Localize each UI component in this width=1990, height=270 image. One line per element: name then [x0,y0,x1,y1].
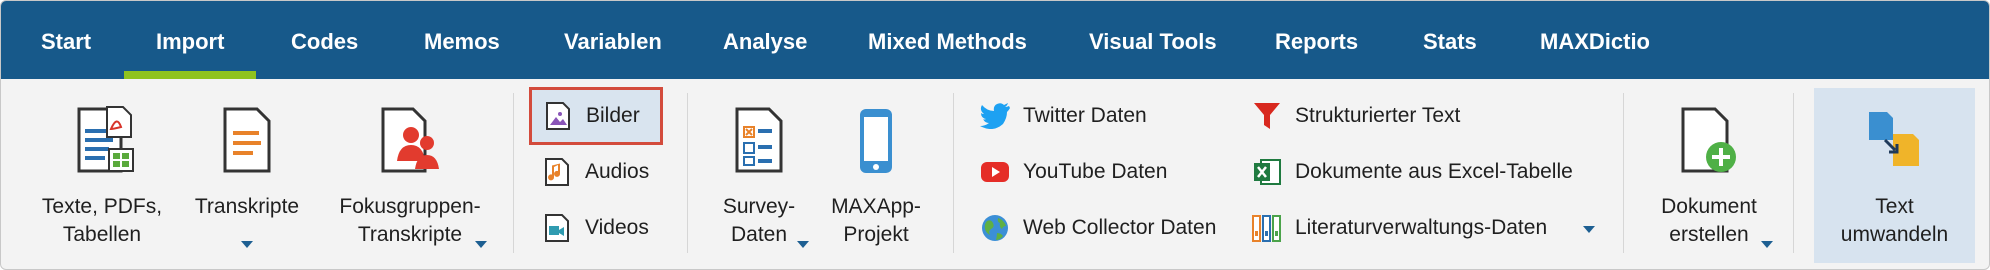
button-label: Bilder [586,104,640,127]
tab-codes[interactable]: Codes [291,1,358,79]
chevron-down-icon[interactable] [1583,226,1595,233]
import-texts-pdfs-tables-button[interactable]: Texte, PDFs, Tabellen [21,101,183,251]
button-label: Dokument [1661,195,1757,218]
ribbon-separator [513,93,514,253]
survey-icon [731,105,787,180]
tab-reports[interactable]: Reports [1275,1,1358,79]
button-label: YouTube Daten [1023,160,1168,183]
import-audios-button[interactable]: Audios [541,150,649,194]
tab-stats[interactable]: Stats [1423,1,1477,79]
import-reference-manager-data-button[interactable]: Literaturverwaltungs-Daten [1251,206,1547,250]
button-label: Transkripte [357,223,463,246]
tab-variablen[interactable]: Variablen [564,1,662,79]
maxqda-ribbon-window: Start Import Codes Memos Variablen Analy… [0,0,1990,270]
focus-group-icon [375,105,445,180]
button-label: Dokumente aus Excel-Tabelle [1295,160,1573,183]
document-pdf-table-icon [67,105,137,180]
button-label: erstellen [1669,223,1749,246]
ribbon-separator [687,93,688,253]
button-label: Literaturverwaltungs-Daten [1295,216,1548,239]
button-label: umwandeln [1840,223,1949,246]
tab-import[interactable]: Import [123,1,258,79]
button-label: Web Collector Daten [1023,216,1217,239]
chevron-down-icon[interactable] [1761,241,1773,248]
tab-start[interactable]: Start [41,1,91,79]
button-label: Projekt [843,223,909,246]
excel-icon [1251,156,1283,188]
button-label: Fokusgruppen- [339,195,481,218]
button-label: Tabellen [62,223,142,246]
ribbon-separator [1623,93,1624,253]
globe-icon [979,212,1011,244]
button-label: Videos [585,216,649,239]
import-youtube-data-button[interactable]: YouTube Daten [979,150,1167,194]
button-label: Daten [730,223,788,246]
convert-text-button[interactable]: Text umwandeln [1814,88,1975,263]
chevron-down-icon[interactable] [241,241,253,248]
video-icon [541,212,573,244]
funnel-icon [1251,100,1283,132]
tab-memos[interactable]: Memos [424,1,500,79]
button-label: Survey- [722,195,796,218]
import-twitter-data-button[interactable]: Twitter Daten [979,94,1147,138]
import-structured-text-button[interactable]: Strukturierter Text [1251,94,1460,138]
tab-maxdictio[interactable]: MAXDictio [1540,1,1650,79]
create-document-button[interactable]: Dokument erstellen [1643,101,1775,251]
button-label: Transkripte [194,195,300,218]
ribbon-separator [953,93,954,253]
youtube-icon [979,156,1011,188]
button-label: MAXApp- [831,195,921,218]
convert-text-icon [1865,110,1925,175]
tab-analyse[interactable]: Analyse [723,1,807,79]
import-excel-documents-button[interactable]: Dokumente aus Excel-Tabelle [1251,150,1573,194]
image-icon [542,100,574,132]
tab-mixed-methods[interactable]: Mixed Methods [868,1,1027,79]
ribbon-separator [1793,93,1794,253]
mobile-phone-icon [856,107,896,182]
button-label: Text [1875,195,1914,218]
binders-icon [1251,212,1283,244]
import-images-button[interactable]: Bilder [529,87,663,145]
button-label: Audios [585,160,650,183]
import-focus-group-transcripts-button[interactable]: Fokusgruppen- Transkripte [325,101,495,251]
menu-bar: Start Import Codes Memos Variablen Analy… [1,1,1989,79]
audio-icon [541,156,573,188]
chevron-down-icon[interactable] [475,241,487,248]
button-label: Twitter Daten [1023,104,1147,127]
tab-visual-tools[interactable]: Visual Tools [1089,1,1217,79]
import-maxapp-project-button[interactable]: MAXApp- Projekt [821,101,931,251]
chevron-down-icon[interactable] [797,241,809,248]
twitter-icon [979,100,1011,132]
import-web-collector-data-button[interactable]: Web Collector Daten [979,206,1216,250]
import-survey-data-button[interactable]: Survey- Daten [707,101,811,251]
new-document-icon [1677,105,1741,180]
button-label: Strukturierter Text [1295,104,1461,127]
import-videos-button[interactable]: Videos [541,206,649,250]
transcript-icon [219,105,275,180]
import-transcripts-button[interactable]: Transkripte [187,101,307,251]
button-label: Texte, PDFs, [41,195,163,218]
